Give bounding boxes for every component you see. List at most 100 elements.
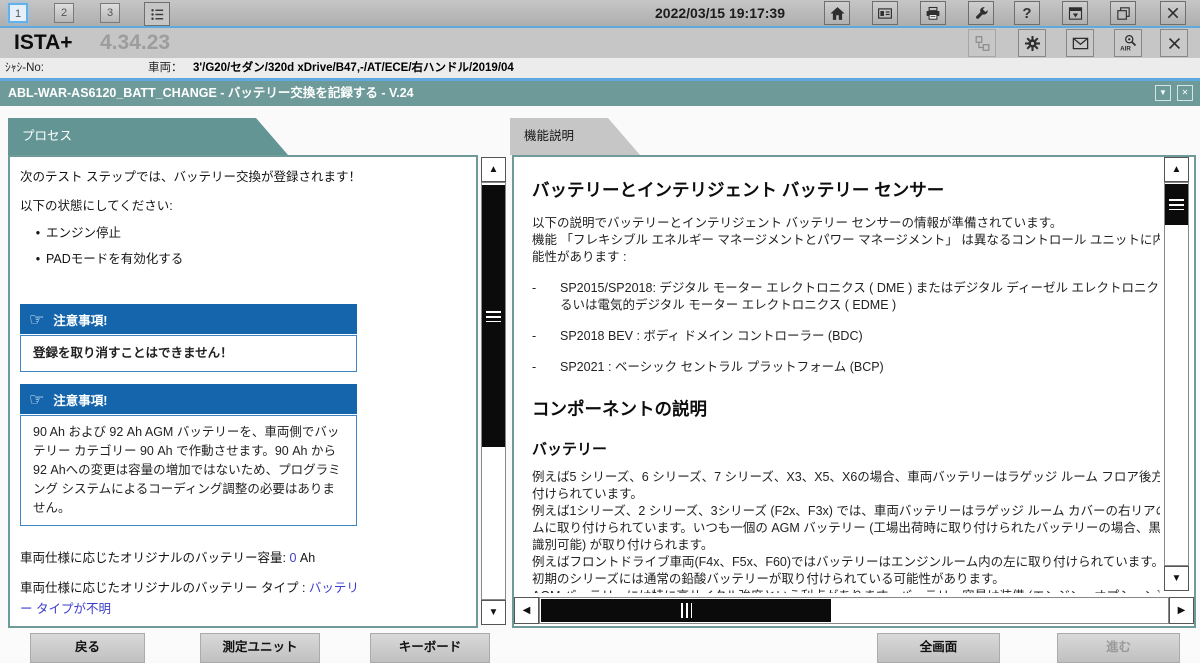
doc-line: 例えばフロントドライブ車両(F4x、F5x、F60)ではバッテリーはエンジンルー… (532, 554, 1160, 571)
vehicle-identification: 3'/G20/セダン/320d xDrive/B47,-/AT/ECE/右ハンド… (193, 58, 514, 78)
scroll-left-button[interactable]: ◀ (514, 597, 539, 624)
print-button[interactable] (920, 1, 946, 25)
wrench-icon (973, 5, 990, 22)
close-app-button[interactable] (1160, 1, 1186, 25)
notice-title: 注意事項! (53, 310, 107, 329)
dock-panel-button[interactable]: ▼ (1155, 85, 1171, 101)
grip-icon (1169, 199, 1184, 210)
owner-card-button[interactable] (872, 1, 898, 25)
continue-button[interactable]: 進む (1057, 633, 1180, 663)
svg-text:AIR: AIR (1120, 46, 1131, 53)
doc-line: 機能 「フレキシブル エネルギー マネージメントとパワー マネージメント」 は異… (532, 232, 1160, 249)
doc-list-item: - SP2018 BEV : ボディ ドメイン コントローラー (BDC) (532, 328, 1160, 345)
app-title-row: ISTA+ 4.34.23 AIR (0, 28, 1200, 58)
help-button[interactable]: ? (1014, 1, 1040, 25)
process-panel: 次のテスト ステップでは、バッテリー交換が登録されます！ 以下の状態にしてくださ… (8, 155, 478, 628)
fullscreen-button[interactable]: 全画面 (877, 633, 1000, 663)
connection-state-button[interactable] (968, 29, 996, 57)
scroll-right-button[interactable]: ▶ (1169, 597, 1194, 624)
dash-bullet-icon: - (532, 280, 560, 314)
notice-body: 登録を取り消すことはできません！ (20, 335, 357, 372)
window-switch-button[interactable] (1110, 1, 1136, 25)
notice-box: ☞ 注意事項! 90 Ah および 92 Ah AGM バッテリーを、車両側でバ… (20, 384, 357, 526)
doc-line: 付けられています。 (532, 486, 1160, 503)
ista-window: { "toolbar": { "workspace_buttons": ["1"… (0, 0, 1200, 656)
list-item: •PADモードを有効化する (30, 246, 466, 272)
bullet-icon: • (30, 220, 46, 246)
grip-icon (681, 603, 692, 618)
vehicle-label: 車両： (148, 58, 183, 78)
pointing-hand-icon: ☞ (29, 311, 44, 328)
intro-line-1: 次のテスト ステップでは、バッテリー交換が登録されます！ (20, 166, 466, 185)
intro-line-2: 以下の状態にしてください: (20, 195, 466, 214)
pointing-hand-icon: ☞ (29, 391, 44, 408)
tab-process[interactable]: プロセス (8, 118, 288, 155)
function-panel-vscrollbar: ▲ ▼ (1164, 157, 1189, 591)
doc-line: ムに取り付けられています。いつも一個の AGM バッテリー (工場出荷時に取り付… (532, 520, 1160, 537)
settings-button[interactable] (1018, 29, 1046, 57)
footer-bar: 戻る 測定ユニット キーボード 全画面 進む (0, 630, 1200, 656)
workspace-button-2[interactable]: 2 (54, 3, 74, 23)
envelope-icon (1071, 34, 1090, 53)
messages-button[interactable] (1066, 29, 1094, 57)
test-module-title: ABL-WAR-AS6120_BATT_CHANGE - バッテリー交換を記録す… (8, 81, 414, 106)
notice-title: 注意事項! (53, 390, 107, 409)
info-label: 車両仕様に応じたオリジナルのバッテリー タイプ : (20, 581, 309, 595)
back-button[interactable]: 戻る (30, 633, 145, 663)
battery-type-original: 車両仕様に応じたオリジナルのバッテリー タイプ : バッテリー タイプが不明 (20, 578, 367, 620)
scroll-down-button[interactable]: ▼ (481, 600, 506, 625)
scroll-down-button[interactable]: ▼ (1164, 566, 1189, 591)
scroll-thumb[interactable] (541, 599, 831, 622)
dash-bullet-icon: - (532, 359, 560, 376)
bullet-icon: • (30, 246, 46, 272)
doc-line: 識別可能) が取り付けられます。 (532, 537, 1160, 554)
test-module-header: ABL-WAR-AS6120_BATT_CHANGE - バッテリー交換を記録す… (0, 81, 1200, 106)
keyboard-button[interactable]: キーボード (370, 633, 490, 663)
battery-capacity-original: 車両仕様に応じたオリジナルのバッテリー容量: 0 Ah (20, 548, 367, 569)
doc-heading: コンポーネントの説明 (532, 396, 1160, 421)
info-label: 車両仕様に応じたオリジナルのバッテリー容量: (20, 551, 289, 565)
dash-bullet-icon: - (532, 328, 560, 345)
close-session-button[interactable] (1160, 29, 1188, 57)
workspace-list-button[interactable] (144, 2, 170, 26)
triangle-right-icon: ▶ (1178, 605, 1186, 616)
triangle-left-icon: ◀ (523, 605, 531, 616)
tab-function-description[interactable]: 機能説明 (510, 118, 640, 155)
question-icon: ? (1022, 5, 1031, 22)
connection-icon (973, 34, 992, 53)
scroll-track[interactable] (1164, 182, 1189, 566)
doc-line: AGM バッテリーには特に高サイクル強度という利点があります。バッテリー容量は装… (532, 588, 1160, 593)
doc-line: 例えば5 シリーズ、6 シリーズ、7 シリーズ、X3、X5、X6の場合、車両バッ… (532, 469, 1160, 486)
doc-heading: バッテリーとインテリジェント バッテリー センサー (532, 177, 1160, 202)
tab-function-label: 機能説明 (510, 118, 640, 155)
doc-list-item: - SP2021 : ベーシック セントラル プラットフォーム (BCP) (532, 359, 1160, 376)
doc-list-item: - SP2015/SP2018: デジタル モーター エレクトロニクス ( DM… (532, 280, 1160, 314)
scroll-thumb[interactable] (482, 185, 505, 447)
triangle-down-icon: ▼ (489, 607, 499, 618)
app-version: 4.34.23 (100, 28, 170, 58)
notice-body: 90 Ah および 92 Ah AGM バッテリーを、車両側でバッテリー カテゴ… (20, 415, 357, 526)
dock-window-icon (1067, 5, 1084, 22)
workspace-button-3[interactable]: 3 (100, 3, 120, 23)
home-button[interactable] (824, 1, 850, 25)
tools-button[interactable] (968, 1, 994, 25)
close-panel-button[interactable]: ✕ (1177, 85, 1193, 101)
scroll-up-button[interactable]: ▲ (1164, 157, 1189, 182)
measurement-unit-button[interactable]: 測定ユニット (200, 633, 320, 663)
owner-card-icon (876, 5, 894, 22)
notice-box: ☞ 注意事項! 登録を取り消すことはできません！ (20, 304, 357, 372)
air-magnifier-icon: AIR (1118, 33, 1138, 53)
notice-header: ☞ 注意事項! (20, 304, 357, 334)
air-search-button[interactable]: AIR (1114, 29, 1142, 57)
doc-line: 初期のシリーズには通常の鉛酸バッテリーが取り付けられている可能性があります。 (532, 571, 1160, 588)
grip-icon (486, 311, 501, 322)
close-icon (1166, 35, 1183, 52)
home-icon (829, 5, 846, 22)
workspace-button-1[interactable]: 1 (8, 3, 28, 23)
triangle-down-icon: ▼ (1172, 573, 1182, 584)
scroll-thumb[interactable] (1165, 184, 1188, 225)
vehicle-info-bar: ｼｬｼ-No: 車両： 3'/G20/セダン/320d xDrive/B47,-… (0, 58, 1200, 78)
doc-line: SP2015/SP2018: デジタル モーター エレクトロニクス ( DME … (560, 280, 1160, 297)
dock-window-button[interactable] (1062, 1, 1088, 25)
scroll-up-button[interactable]: ▲ (481, 157, 506, 182)
